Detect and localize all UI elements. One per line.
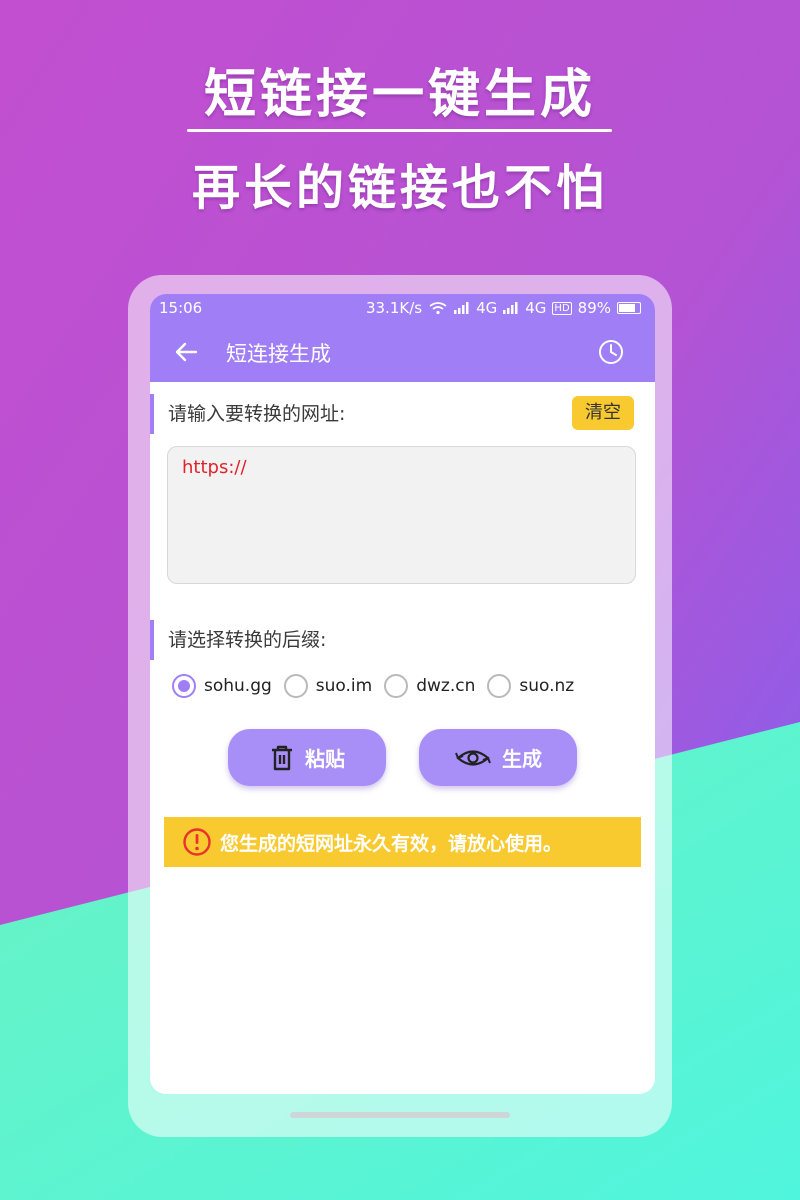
radio-dwz-cn[interactable]: dwz.cn (384, 674, 475, 698)
clear-button[interactable]: 清空 (572, 396, 634, 430)
status-bar: 15:06 33.1K/s 4G 4G HD 89% (150, 294, 655, 322)
radio-sohu-gg[interactable]: sohu.gg (172, 674, 272, 698)
status-right: 33.1K/s 4G 4G HD 89% (366, 299, 641, 317)
network-type-1: 4G (476, 299, 498, 317)
signal-icon-2 (503, 302, 518, 314)
phone-screen: 15:06 33.1K/s 4G 4G HD 89% 短连接生成 请输入要转换的… (150, 294, 655, 1094)
battery-icon (617, 302, 641, 314)
hd-badge: HD (552, 301, 572, 315)
radio-circle (487, 674, 512, 698)
app-title: 短连接生成 (226, 342, 331, 366)
radio-label: suo.im (315, 676, 373, 696)
status-time: 15:06 (159, 299, 203, 317)
generate-button[interactable]: 生成 (419, 729, 577, 786)
home-indicator (290, 1112, 510, 1118)
notice-text: 您生成的短网址永久有效，请放心使用。 (220, 832, 563, 855)
radio-suo-nz[interactable]: suo.nz (487, 674, 574, 698)
promo-divider (187, 129, 612, 132)
wifi-icon (429, 302, 447, 315)
radio-circle (283, 674, 308, 698)
network-type-2: 4G (525, 299, 547, 317)
url-input[interactable]: https:// (167, 446, 636, 584)
suffix-radio-group: sohu.gg suo.im dwz.cn suo.nz (172, 674, 578, 698)
radio-label: sohu.gg (204, 676, 272, 696)
trash-icon (272, 745, 292, 770)
radio-label: dwz.cn (416, 676, 476, 696)
paste-button[interactable]: 粘贴 (228, 729, 386, 786)
url-input-label: 请输入要转换的网址: (150, 394, 345, 434)
radio-suo-im[interactable]: suo.im (283, 674, 373, 698)
paste-label: 粘贴 (305, 747, 345, 771)
app-bar: 短连接生成 (150, 322, 655, 382)
notice-banner: 您生成的短网址永久有效，请放心使用。 (164, 817, 641, 867)
back-arrow-icon[interactable] (172, 338, 200, 366)
warning-icon (183, 828, 211, 856)
network-speed: 33.1K/s (365, 299, 423, 317)
promo-subheadline: 再长的链接也不怕 (191, 160, 608, 216)
clock-icon[interactable] (596, 337, 626, 367)
generate-label: 生成 (502, 747, 542, 771)
eye-refresh-icon (455, 749, 491, 766)
promo-headline: 短链接一键生成 (203, 65, 596, 125)
radio-label: suo.nz (519, 676, 575, 696)
suffix-label: 请选择转换的后缀: (150, 620, 326, 660)
radio-circle (384, 674, 409, 698)
radio-circle (172, 674, 196, 698)
signal-icon (454, 302, 469, 314)
battery-percent: 89% (577, 299, 611, 317)
